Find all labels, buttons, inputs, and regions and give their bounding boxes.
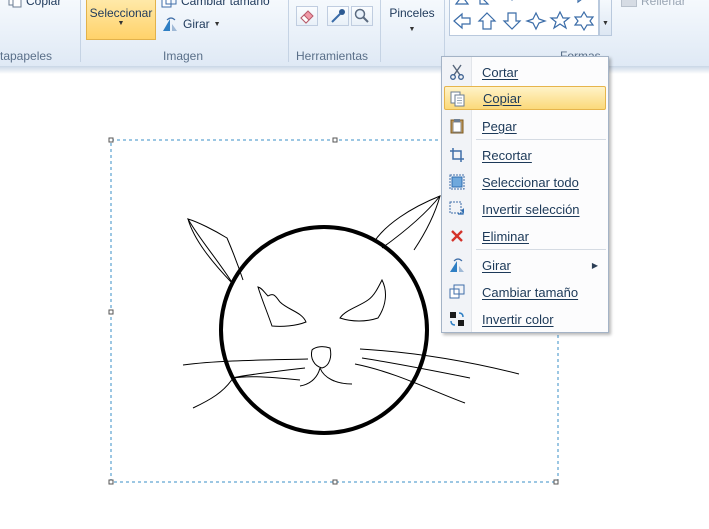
resize-icon — [449, 284, 465, 299]
menu-item-label: Copiar — [483, 90, 522, 106]
menu-item-invert-color[interactable]: Invertir color — [444, 307, 606, 331]
group-separator — [380, 0, 381, 62]
copy-icon — [8, 0, 22, 8]
chevron-down-icon: ▼ — [602, 20, 609, 27]
group-label-tools: Herramientas — [296, 49, 369, 63]
group-separator — [80, 0, 81, 62]
menu-item-cut[interactable]: Cortar — [444, 60, 606, 84]
eraser-icon — [300, 10, 314, 24]
group-separator — [444, 0, 445, 62]
menu-item-label: Eliminar — [482, 228, 529, 244]
magnifier-icon — [354, 8, 369, 23]
context-menu: Cortar Copiar Pegar Recortar Seleccionar… — [441, 56, 609, 333]
submenu-arrow-icon: ▶ — [591, 260, 598, 270]
shapes-grid — [453, 0, 595, 32]
menu-item-crop[interactable]: Recortar — [444, 143, 606, 167]
eraser-tool[interactable] — [296, 6, 318, 26]
fill-label: Rellenar — [641, 0, 686, 8]
four-point-star-icon — [525, 11, 547, 31]
chevron-down-icon: ▼ — [213, 20, 221, 28]
menu-item-delete[interactable]: Eliminar — [444, 224, 606, 248]
arrow-down-shape-icon — [502, 12, 522, 30]
arrow-right-shape-icon — [577, 0, 582, 4]
copy-label: Copiar — [26, 0, 62, 8]
menu-item-resize[interactable]: Cambiar tamaño — [444, 280, 606, 304]
cat-right-ear — [373, 195, 441, 251]
chevron-down-icon: ▼ — [408, 26, 416, 33]
fill-icon — [621, 0, 637, 7]
rotate-icon — [450, 258, 464, 272]
group-separator — [288, 0, 289, 62]
resize-label: Cambiar tamaño — [181, 0, 270, 8]
cat-head — [219, 225, 429, 435]
crop-icon — [450, 148, 464, 162]
eyedropper-icon — [331, 9, 345, 23]
arrow-up-shape-icon — [477, 12, 497, 30]
group-label-clipboard: tapapeles — [0, 49, 53, 63]
shapes-scroll-button[interactable]: ▼ — [599, 0, 612, 36]
menu-item-label: Girar — [482, 257, 511, 273]
menu-item-copy[interactable]: Copiar — [444, 86, 606, 110]
cat-nose — [311, 346, 332, 369]
menu-separator — [476, 139, 606, 140]
menu-separator — [476, 249, 606, 250]
invert-color-icon — [450, 312, 464, 326]
select-label: Seleccionar — [89, 6, 153, 20]
menu-item-label: Seleccionar todo — [482, 174, 579, 190]
menu-item-label: Cortar — [482, 64, 519, 80]
resize-icon — [161, 0, 177, 8]
chevron-down-icon: ▼ — [117, 20, 125, 27]
shapes-gallery[interactable] — [449, 0, 599, 36]
select-button[interactable]: Seleccionar ▼ — [86, 0, 156, 40]
copy-button[interactable]: Copiar — [8, 0, 61, 8]
rotate-icon — [163, 17, 177, 31]
cat-left-eye — [257, 286, 307, 327]
brushes-label: Pinceles — [389, 6, 435, 20]
delete-icon — [451, 230, 463, 242]
brushes-button[interactable]: Pinceles ▼ — [386, 6, 438, 33]
magnifier-tool[interactable] — [351, 6, 373, 26]
fill-button[interactable]: Rellenar — [621, 0, 686, 8]
scissors-icon — [450, 64, 464, 80]
menu-item-label: Invertir selección — [482, 201, 580, 217]
five-point-star-icon — [549, 10, 571, 30]
color-picker-tool[interactable] — [327, 6, 349, 26]
cat-whiskers-right — [354, 348, 520, 404]
cat-right-eye — [339, 278, 386, 322]
menu-item-select-all[interactable]: Seleccionar todo — [444, 170, 606, 194]
rotate-button[interactable]: Girar ▼ — [161, 16, 221, 32]
invert-selection-icon — [449, 201, 464, 215]
menu-item-paste[interactable]: Pegar — [444, 114, 606, 138]
menu-item-rotate[interactable]: Girar ▶ — [444, 253, 606, 277]
copy-icon — [450, 91, 465, 107]
select-all-icon — [449, 174, 465, 190]
paste-icon — [450, 119, 464, 134]
arrow-left-shape-icon — [453, 12, 471, 30]
cat-whiskers-left — [182, 358, 309, 409]
menu-item-label: Invertir color — [482, 311, 554, 327]
cat-left-ear — [186, 218, 244, 285]
resize-button[interactable]: Cambiar tamaño — [161, 0, 270, 8]
menu-item-label: Cambiar tamaño — [482, 284, 579, 300]
six-point-star-icon — [573, 10, 595, 32]
menu-item-label: Pegar — [482, 118, 517, 134]
right-triangle-shape-icon — [479, 0, 490, 5]
rotate-label: Girar — [183, 17, 210, 31]
cat-mouth — [299, 367, 353, 387]
menu-item-label: Recortar — [482, 147, 532, 163]
menu-item-invert-selection[interactable]: Invertir selección — [444, 197, 606, 221]
triangle-shape-icon — [454, 0, 470, 5]
group-label-image: Imagen — [163, 49, 204, 63]
